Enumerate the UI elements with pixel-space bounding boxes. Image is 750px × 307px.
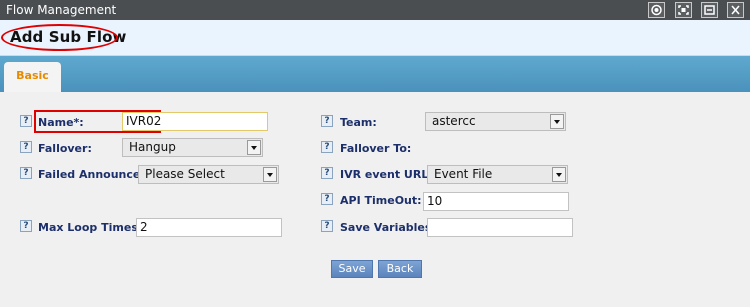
max-loop-times-label: Max Loop Times:	[38, 221, 143, 234]
failed-announce-value: Please Select	[145, 167, 225, 181]
chevron-down-icon	[263, 167, 277, 182]
fallover-select[interactable]: Hangup	[122, 138, 263, 157]
title-highlight-oval	[1, 24, 118, 51]
help-icon[interactable]: ?	[20, 141, 32, 153]
fallover-to-label: Fallover To:	[340, 142, 412, 155]
help-icon[interactable]: ?	[321, 141, 333, 153]
chevron-down-icon	[247, 140, 261, 155]
api-timeout-input[interactable]: 10	[423, 192, 569, 211]
failed-announce-label: Failed Announce:	[38, 168, 145, 181]
help-icon[interactable]: ?	[321, 220, 333, 232]
window-titlebar: Flow Management	[0, 0, 750, 20]
failed-announce-select[interactable]: Please Select	[138, 165, 279, 184]
team-label: Team:	[340, 116, 377, 129]
tab-basic[interactable]: Basic	[4, 62, 61, 92]
help-icon[interactable]: ?	[321, 115, 333, 127]
record-icon[interactable]	[648, 2, 665, 18]
help-icon[interactable]: ?	[20, 115, 32, 127]
form-panel: ? Name*: IVR02 ? Fallover: Hangup ? Fail…	[0, 92, 750, 307]
fullscreen-icon[interactable]	[675, 2, 692, 18]
name-input[interactable]: IVR02	[122, 112, 268, 131]
minimize-icon[interactable]	[701, 2, 718, 18]
close-icon[interactable]	[727, 2, 744, 18]
window-title: Flow Management	[6, 3, 117, 17]
save-variables-input[interactable]	[427, 218, 573, 237]
back-button[interactable]: Back	[378, 260, 422, 278]
name-label: Name*:	[38, 116, 84, 129]
help-icon[interactable]: ?	[20, 220, 32, 232]
chevron-down-icon	[552, 167, 566, 182]
page-header: Add Sub Flow	[0, 20, 750, 56]
ivr-event-url-label: IVR event URL:	[340, 168, 433, 181]
save-button[interactable]: Save	[331, 260, 373, 278]
fallover-value: Hangup	[129, 140, 176, 154]
team-value: astercc	[432, 114, 476, 128]
fallover-label: Fallover:	[38, 142, 92, 155]
api-timeout-label: API TimeOut:	[340, 194, 422, 207]
team-select[interactable]: astercc	[425, 112, 566, 131]
tab-bar: Basic	[0, 56, 750, 92]
save-variables-label: Save Variables:	[340, 221, 436, 234]
ivr-event-url-select[interactable]: Event File	[427, 165, 568, 184]
help-icon[interactable]: ?	[20, 167, 32, 179]
max-loop-times-input[interactable]: 2	[136, 218, 282, 237]
help-icon[interactable]: ?	[321, 193, 333, 205]
ivr-event-url-value: Event File	[434, 167, 493, 181]
help-icon[interactable]: ?	[321, 167, 333, 179]
chevron-down-icon	[550, 114, 564, 129]
